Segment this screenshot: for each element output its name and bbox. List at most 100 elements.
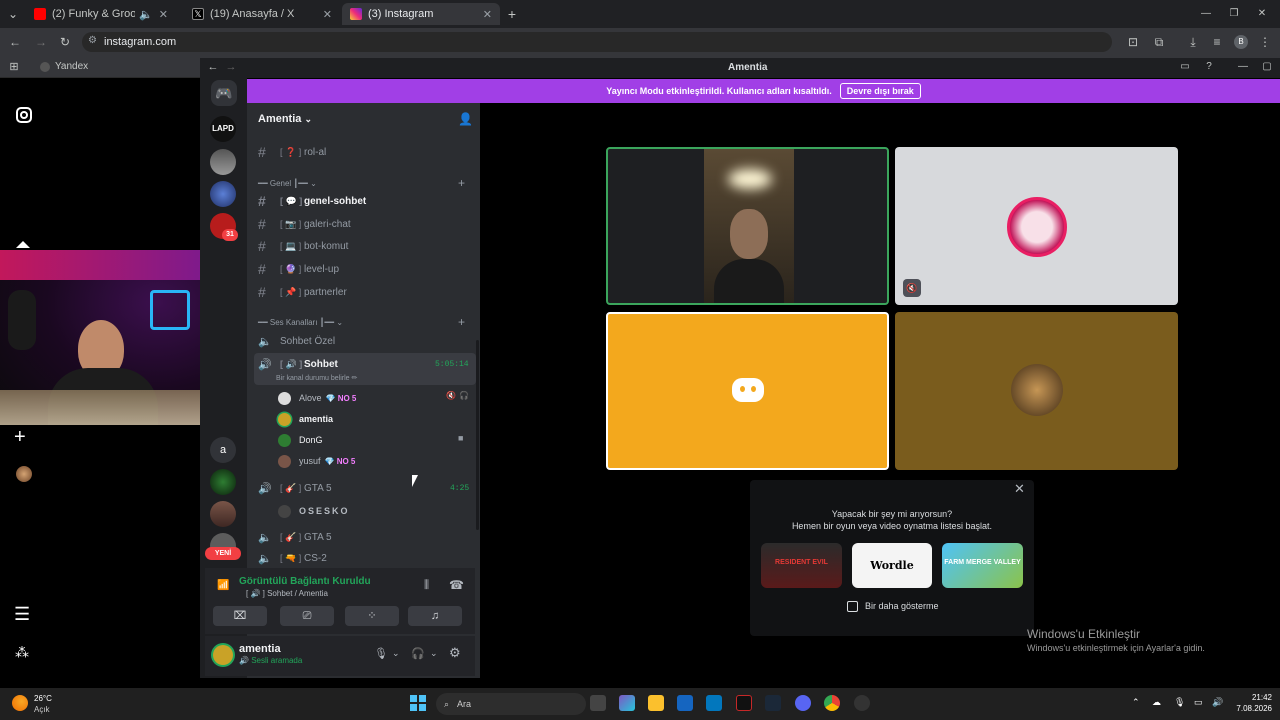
file-explorer-icon[interactable] — [648, 695, 664, 711]
forward-icon[interactable]: → — [32, 32, 50, 52]
discord-home-icon[interactable]: 🎮 — [211, 80, 237, 106]
puzzle-icon[interactable]: ⧉ — [1150, 32, 1168, 52]
steam-icon[interactable] — [765, 695, 781, 711]
channel-partnerler[interactable]: # [ 📌 ] partnerler — [258, 282, 347, 302]
instagram-logo-icon[interactable] — [16, 107, 32, 123]
game-card-farm-merge-valley[interactable]: FARM MERGE VALLEY — [942, 543, 1023, 588]
server-lapd[interactable]: LAPD — [210, 116, 236, 142]
signal-icon[interactable]: 📶 — [217, 580, 229, 591]
minimize-icon[interactable]: — — [1196, 4, 1216, 24]
microphone-icon[interactable]: 🎙 — [374, 647, 388, 660]
voice-channel-gta5-2[interactable]: 🔈 [ 🎸 ] GTA 5 — [258, 527, 332, 547]
server-icon[interactable] — [210, 469, 236, 495]
download-icon[interactable]: ⤓ — [1184, 32, 1202, 52]
game-card-wordle[interactable]: Wordle — [852, 543, 932, 588]
profile-avatar[interactable] — [16, 466, 32, 482]
apps-grid-icon[interactable]: ⊞ — [6, 57, 22, 77]
channel-bot-komut[interactable]: # [ 💻 ] bot-komut — [258, 236, 348, 256]
voice-channel-gta5[interactable]: 🔊 [ 🎸 ] GTA 5 — [258, 478, 332, 498]
media-player-icon[interactable] — [736, 695, 752, 711]
soundboard-button[interactable]: ♫ — [408, 606, 462, 626]
video-tile-osesko[interactable] — [895, 312, 1178, 470]
connection-status[interactable]: Görüntülü Bağlantı Kuruldu — [239, 576, 371, 587]
microphone-icon[interactable]: 🎙 — [1174, 697, 1185, 708]
voice-user[interactable]: yusuf 💎 NO 5 — [278, 452, 355, 470]
clock-date[interactable]: 7.08.2026 — [1222, 704, 1272, 713]
obs-icon[interactable] — [854, 695, 870, 711]
help-icon[interactable]: ? — [1202, 57, 1216, 77]
tab-youtube[interactable]: (2) Funky & Groovy Deep J 🔈 ✕ — [26, 3, 176, 25]
close-tab-icon[interactable]: ✕ — [159, 8, 168, 21]
disconnect-icon[interactable]: ☎ — [449, 578, 464, 592]
scrollbar[interactable] — [476, 340, 479, 530]
game-card-resident-evil[interactable]: RESIDENT EVIL — [761, 543, 842, 588]
channel-genel-sohbet[interactable]: # [ 💬 ] genel-sohbet — [258, 191, 366, 211]
channel-level-up[interactable]: # [ 🔮 ] level-up — [258, 259, 339, 279]
voice-user[interactable]: amentia — [278, 410, 333, 428]
discord-icon[interactable] — [795, 695, 811, 711]
user-name[interactable]: amentia — [239, 643, 281, 655]
back-icon[interactable]: ← — [206, 57, 220, 77]
noise-suppression-icon[interactable]: ⫼ — [424, 579, 429, 592]
user-avatar[interactable] — [213, 645, 233, 665]
server-name[interactable]: Amentia ⌄ — [258, 113, 312, 125]
server-a[interactable]: a — [210, 437, 236, 463]
chevron-up-icon[interactable]: ⌃ — [1132, 697, 1140, 708]
settings-gear-icon[interactable]: ⚙ — [449, 645, 461, 661]
minimize-icon[interactable]: — — [1236, 57, 1250, 77]
close-tab-icon[interactable]: ✕ — [323, 8, 332, 21]
display-icon[interactable]: ▭ — [1194, 697, 1203, 708]
create-plus-icon[interactable]: + — [14, 426, 26, 449]
channel-galeri-chat[interactable]: # [ 📷 ] galeri-chat — [258, 214, 351, 234]
dont-show-checkbox[interactable] — [847, 601, 858, 612]
maximize-icon[interactable]: ▢ — [1260, 57, 1274, 77]
dont-show-label[interactable]: Bir daha gösterme — [865, 601, 939, 611]
video-tile-alove[interactable] — [606, 312, 889, 470]
bookmark-yandex[interactable]: Yandex — [40, 61, 88, 72]
new-tab-icon[interactable]: + — [504, 4, 520, 24]
camera-off-button[interactable]: ⌧ — [213, 606, 267, 626]
menu-icon[interactable]: ⋮ — [1256, 32, 1274, 52]
meta-threads-icon[interactable]: ⁂ — [15, 644, 29, 661]
inbox-icon[interactable]: ▭ — [1178, 57, 1192, 77]
menu-hamburger-icon[interactable]: ☰ — [14, 604, 30, 625]
voice-user[interactable]: DonG — [278, 431, 323, 449]
forward-icon[interactable]: → — [224, 57, 238, 77]
chrome-icon[interactable] — [824, 695, 840, 711]
outlook-icon[interactable] — [706, 695, 722, 711]
headphones-icon[interactable]: 🎧 — [411, 647, 425, 660]
voice-user[interactable]: OSESKO — [278, 502, 350, 520]
task-view-icon[interactable] — [590, 695, 606, 711]
voice-user[interactable]: Alove 💎 NO 5 — [278, 389, 356, 407]
windows-start-icon[interactable] — [410, 695, 426, 711]
channel-status-prompt[interactable]: Bir kanal durumu belirle ✏ — [276, 374, 357, 382]
back-icon[interactable]: ← — [6, 32, 24, 52]
weather-temp[interactable]: 26°C — [34, 694, 52, 703]
server-icon[interactable] — [210, 181, 236, 207]
media-icon[interactable]: ≡ — [1208, 32, 1226, 52]
add-channel-icon[interactable]: + — [458, 176, 465, 190]
screenshot-icon[interactable]: ⊡ — [1124, 32, 1142, 52]
category-genel[interactable]: ━━ Genel ┃━━ ⌄ — [258, 179, 317, 188]
invite-people-icon[interactable]: 👤 — [458, 112, 473, 126]
copilot-icon[interactable] — [619, 695, 635, 711]
close-tab-icon[interactable]: ✕ — [483, 8, 492, 21]
channel-rol-al[interactable]: # [ ❓ ] rol-al — [258, 142, 326, 162]
cloud-icon[interactable]: ☁ — [1152, 697, 1161, 708]
add-channel-icon[interactable]: + — [458, 315, 465, 329]
tab-x[interactable]: 𝕏 (19) Anasayfa / X ✕ — [184, 3, 340, 25]
address-bar[interactable]: ⚙ instagram.com — [82, 32, 1112, 52]
chevron-down-icon[interactable]: ⌄ — [430, 648, 438, 659]
voice-channel-cs2[interactable]: 🔈 [ 🔫 ] CS-2 — [258, 550, 327, 566]
video-tile-dong[interactable] — [606, 147, 889, 305]
connection-location[interactable]: [ 🔊 ] Sohbet / Amentia — [246, 589, 328, 598]
reload-icon[interactable]: ↻ — [56, 32, 74, 52]
server-icon[interactable] — [210, 149, 236, 175]
clock-time[interactable]: 21:42 — [1232, 693, 1272, 702]
tab-instagram[interactable]: (3) Instagram ✕ — [342, 3, 500, 25]
chevron-down-icon[interactable]: ⌄ — [392, 648, 400, 659]
activities-button[interactable]: ⁘ — [345, 606, 399, 626]
voice-channel-sohbet[interactable]: 🔊 [ 🔊 ] Sohbet — [258, 354, 338, 374]
store-icon[interactable] — [677, 695, 693, 711]
category-ses[interactable]: ━━ Ses Kanalları ┃━━ ⌄ — [258, 318, 343, 327]
